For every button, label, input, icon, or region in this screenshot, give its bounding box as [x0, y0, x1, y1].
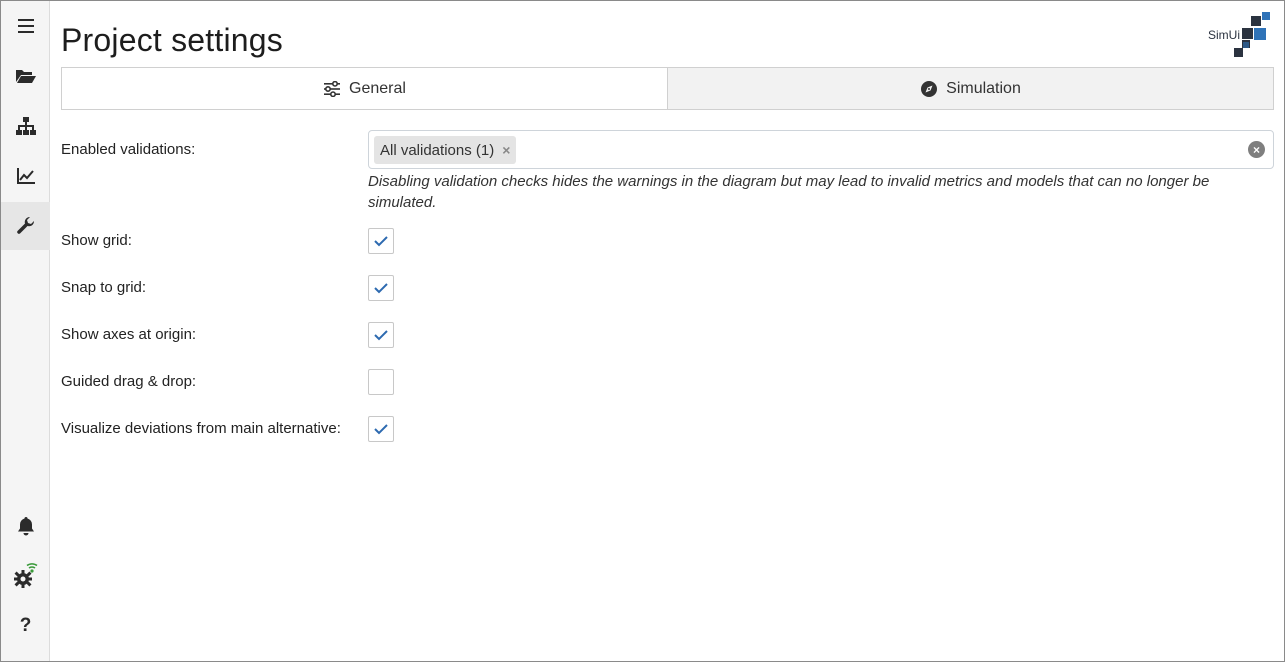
show-axes-checkbox[interactable] [368, 322, 394, 348]
snap-to-grid-label: Snap to grid: [61, 279, 147, 296]
compass-icon [921, 80, 938, 97]
logo-text: SimUi [1208, 28, 1240, 42]
validation-chip-label: All validations (1) [380, 141, 495, 159]
chip-remove-icon[interactable]: × [502, 142, 510, 158]
sidebar: ? [1, 1, 50, 661]
validations-select[interactable]: All validations (1) × × [368, 130, 1274, 169]
visualize-deviations-checkbox[interactable] [368, 416, 394, 442]
gear-wifi-icon [13, 563, 37, 588]
page-title: Project settings [61, 22, 283, 58]
settings-tabs: General Simulation [61, 67, 1274, 110]
sidebar-item-notifications[interactable] [1, 502, 50, 550]
check-icon [374, 283, 388, 294]
visualize-deviations-label: Visualize deviations from main alternati… [61, 420, 341, 437]
clear-selection-icon[interactable]: × [1248, 141, 1265, 158]
show-axes-label: Show axes at origin: [61, 326, 197, 343]
sidebar-item-settings[interactable] [1, 202, 50, 250]
sidebar-item-help[interactable]: ? [1, 602, 50, 650]
guided-drag-drop-checkbox[interactable] [368, 369, 394, 395]
sidebar-item-results[interactable] [1, 152, 50, 200]
check-icon [374, 236, 388, 247]
sidebar-item-model[interactable] [1, 102, 50, 150]
validation-chip: All validations (1) × [374, 136, 517, 164]
logo-graphic: SimUi [1208, 12, 1270, 57]
folder-open-icon [15, 70, 36, 83]
tab-simulation[interactable]: Simulation [667, 68, 1273, 109]
simui-logo: SimUi [1206, 10, 1276, 62]
bell-icon [17, 517, 34, 536]
validations-label: Enabled validations: [61, 141, 196, 158]
menu-button[interactable] [1, 2, 50, 50]
menu-icon [17, 19, 34, 33]
sidebar-item-open[interactable] [1, 52, 50, 100]
check-icon [374, 330, 388, 341]
question-icon: ? [19, 615, 32, 636]
show-grid-label: Show grid: [61, 232, 132, 249]
guided-drag-drop-label: Guided drag & drop: [61, 373, 197, 390]
tab-general-label: General [349, 79, 406, 97]
validations-hint: Disabling validation checks hides the wa… [368, 173, 1210, 211]
sitemap-icon [15, 117, 36, 135]
tab-simulation-label: Simulation [946, 79, 1021, 97]
wrench-icon [16, 216, 34, 234]
show-grid-checkbox[interactable] [368, 228, 394, 254]
tab-general[interactable]: General [62, 68, 667, 109]
check-icon [374, 424, 388, 435]
sidebar-item-connection[interactable] [1, 552, 50, 600]
chart-line-icon [16, 168, 35, 184]
sliders-icon [324, 80, 341, 97]
snap-to-grid-checkbox[interactable] [368, 275, 394, 301]
